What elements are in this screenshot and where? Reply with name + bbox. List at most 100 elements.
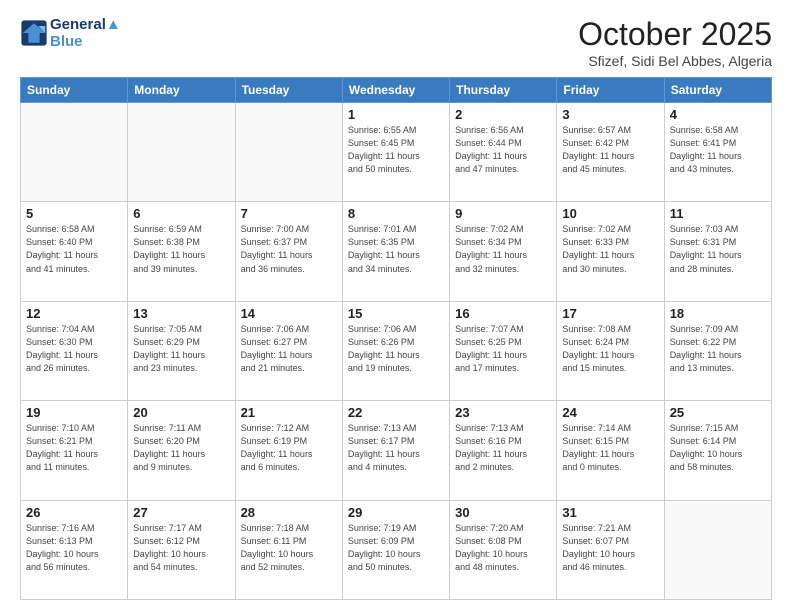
day-cell: 12 Sunrise: 7:04 AMSunset: 6:30 PMDayligh… <box>21 301 128 400</box>
day-cell <box>21 103 128 202</box>
day-number: 16 <box>455 306 551 321</box>
day-number: 7 <box>241 206 337 221</box>
day-number: 30 <box>455 505 551 520</box>
day-info: Sunrise: 7:13 AMSunset: 6:17 PMDaylight:… <box>348 422 444 474</box>
day-cell: 14 Sunrise: 7:06 AMSunset: 6:27 PMDayligh… <box>235 301 342 400</box>
day-cell <box>664 500 771 599</box>
day-cell: 28 Sunrise: 7:18 AMSunset: 6:11 PMDayligh… <box>235 500 342 599</box>
day-info: Sunrise: 7:18 AMSunset: 6:11 PMDaylight:… <box>241 522 337 574</box>
day-cell: 23 Sunrise: 7:13 AMSunset: 6:16 PMDayligh… <box>450 401 557 500</box>
day-number: 2 <box>455 107 551 122</box>
day-info: Sunrise: 7:19 AMSunset: 6:09 PMDaylight:… <box>348 522 444 574</box>
day-info: Sunrise: 7:02 AMSunset: 6:33 PMDaylight:… <box>562 223 658 275</box>
day-number: 4 <box>670 107 766 122</box>
weekday-thursday: Thursday <box>450 78 557 103</box>
day-number: 21 <box>241 405 337 420</box>
weekday-header: SundayMondayTuesdayWednesdayThursdayFrid… <box>21 78 772 103</box>
day-cell <box>128 103 235 202</box>
day-number: 25 <box>670 405 766 420</box>
day-number: 9 <box>455 206 551 221</box>
day-number: 31 <box>562 505 658 520</box>
week-row-3: 19 Sunrise: 7:10 AMSunset: 6:21 PMDayligh… <box>21 401 772 500</box>
day-cell: 3Sunrise: 6:57 AMSunset: 6:42 PMDaylight… <box>557 103 664 202</box>
day-info: Sunrise: 7:06 AMSunset: 6:27 PMDaylight:… <box>241 323 337 375</box>
day-number: 6 <box>133 206 229 221</box>
day-info: Sunrise: 7:06 AMSunset: 6:26 PMDaylight:… <box>348 323 444 375</box>
day-number: 13 <box>133 306 229 321</box>
weekday-monday: Monday <box>128 78 235 103</box>
day-cell: 29 Sunrise: 7:19 AMSunset: 6:09 PMDayligh… <box>342 500 449 599</box>
day-cell: 30 Sunrise: 7:20 AMSunset: 6:08 PMDayligh… <box>450 500 557 599</box>
week-row-2: 12 Sunrise: 7:04 AMSunset: 6:30 PMDayligh… <box>21 301 772 400</box>
day-info: Sunrise: 7:21 AMSunset: 6:07 PMDaylight:… <box>562 522 658 574</box>
logo: General▲ Blue <box>20 16 121 50</box>
day-number: 15 <box>348 306 444 321</box>
day-cell: 19 Sunrise: 7:10 AMSunset: 6:21 PMDayligh… <box>21 401 128 500</box>
day-info: Sunrise: 6:59 AMSunset: 6:38 PMDaylight:… <box>133 223 229 275</box>
weekday-saturday: Saturday <box>664 78 771 103</box>
day-info: Sunrise: 7:12 AMSunset: 6:19 PMDaylight:… <box>241 422 337 474</box>
day-number: 23 <box>455 405 551 420</box>
day-cell: 22 Sunrise: 7:13 AMSunset: 6:17 PMDayligh… <box>342 401 449 500</box>
day-info: Sunrise: 6:58 AMSunset: 6:41 PMDaylight:… <box>670 124 766 176</box>
day-number: 19 <box>26 405 122 420</box>
calendar-body: 1Sunrise: 6:55 AMSunset: 6:45 PMDaylight… <box>21 103 772 600</box>
day-number: 18 <box>670 306 766 321</box>
day-info: Sunrise: 7:17 AMSunset: 6:12 PMDaylight:… <box>133 522 229 574</box>
day-number: 8 <box>348 206 444 221</box>
day-number: 5 <box>26 206 122 221</box>
week-row-4: 26Sunrise: 7:16 AMSunset: 6:13 PMDayligh… <box>21 500 772 599</box>
header: General▲ Blue October 2025 Sfizef, Sidi … <box>20 16 772 69</box>
day-cell: 15 Sunrise: 7:06 AMSunset: 6:26 PMDayligh… <box>342 301 449 400</box>
day-number: 11 <box>670 206 766 221</box>
day-number: 10 <box>562 206 658 221</box>
week-row-1: 5Sunrise: 6:58 AMSunset: 6:40 PMDaylight… <box>21 202 772 301</box>
day-info: Sunrise: 7:01 AMSunset: 6:35 PMDaylight:… <box>348 223 444 275</box>
page: General▲ Blue October 2025 Sfizef, Sidi … <box>0 0 792 612</box>
day-info: Sunrise: 7:13 AMSunset: 6:16 PMDaylight:… <box>455 422 551 474</box>
day-cell: 2 Sunrise: 6:56 AMSunset: 6:44 PMDaylight… <box>450 103 557 202</box>
day-cell: 25 Sunrise: 7:15 AMSunset: 6:14 PMDayligh… <box>664 401 771 500</box>
day-info: Sunrise: 7:08 AMSunset: 6:24 PMDaylight:… <box>562 323 658 375</box>
day-info: Sunrise: 7:04 AMSunset: 6:30 PMDaylight:… <box>26 323 122 375</box>
day-number: 29 <box>348 505 444 520</box>
day-info: Sunrise: 7:10 AMSunset: 6:21 PMDaylight:… <box>26 422 122 474</box>
day-cell: 24 Sunrise: 7:14 AMSunset: 6:15 PMDayligh… <box>557 401 664 500</box>
day-info: Sunrise: 7:07 AMSunset: 6:25 PMDaylight:… <box>455 323 551 375</box>
day-cell: 27 Sunrise: 7:17 AMSunset: 6:12 PMDayligh… <box>128 500 235 599</box>
day-cell: 4 Sunrise: 6:58 AMSunset: 6:41 PMDaylight… <box>664 103 771 202</box>
day-cell: 31 Sunrise: 7:21 AMSunset: 6:07 PMDayligh… <box>557 500 664 599</box>
day-number: 12 <box>26 306 122 321</box>
day-number: 20 <box>133 405 229 420</box>
weekday-wednesday: Wednesday <box>342 78 449 103</box>
day-cell: 18Sunrise: 7:09 AMSunset: 6:22 PMDayligh… <box>664 301 771 400</box>
day-number: 27 <box>133 505 229 520</box>
day-info: Sunrise: 6:56 AMSunset: 6:44 PMDaylight:… <box>455 124 551 176</box>
day-cell: 10 Sunrise: 7:02 AMSunset: 6:33 PMDayligh… <box>557 202 664 301</box>
day-info: Sunrise: 7:16 AMSunset: 6:13 PMDaylight:… <box>26 522 122 574</box>
day-cell: 8 Sunrise: 7:01 AMSunset: 6:35 PMDaylight… <box>342 202 449 301</box>
day-cell: 11 Sunrise: 7:03 AMSunset: 6:31 PMDayligh… <box>664 202 771 301</box>
month-title: October 2025 <box>578 16 772 53</box>
day-number: 24 <box>562 405 658 420</box>
day-cell: 16 Sunrise: 7:07 AMSunset: 6:25 PMDayligh… <box>450 301 557 400</box>
day-cell: 13 Sunrise: 7:05 AMSunset: 6:29 PMDayligh… <box>128 301 235 400</box>
day-info: Sunrise: 7:20 AMSunset: 6:08 PMDaylight:… <box>455 522 551 574</box>
day-number: 28 <box>241 505 337 520</box>
weekday-sunday: Sunday <box>21 78 128 103</box>
day-number: 1 <box>348 107 444 122</box>
day-cell: 7 Sunrise: 7:00 AMSunset: 6:37 PMDaylight… <box>235 202 342 301</box>
calendar: SundayMondayTuesdayWednesdayThursdayFrid… <box>20 77 772 600</box>
title-block: October 2025 Sfizef, Sidi Bel Abbes, Alg… <box>578 16 772 69</box>
day-cell <box>235 103 342 202</box>
day-info: Sunrise: 7:14 AMSunset: 6:15 PMDaylight:… <box>562 422 658 474</box>
day-cell: 26Sunrise: 7:16 AMSunset: 6:13 PMDayligh… <box>21 500 128 599</box>
day-info: Sunrise: 7:03 AMSunset: 6:31 PMDaylight:… <box>670 223 766 275</box>
day-number: 22 <box>348 405 444 420</box>
day-number: 14 <box>241 306 337 321</box>
day-info: Sunrise: 6:57 AMSunset: 6:42 PMDaylight:… <box>562 124 658 176</box>
day-cell: 21 Sunrise: 7:12 AMSunset: 6:19 PMDayligh… <box>235 401 342 500</box>
day-info: Sunrise: 7:00 AMSunset: 6:37 PMDaylight:… <box>241 223 337 275</box>
day-info: Sunrise: 7:05 AMSunset: 6:29 PMDaylight:… <box>133 323 229 375</box>
day-info: Sunrise: 7:15 AMSunset: 6:14 PMDaylight:… <box>670 422 766 474</box>
